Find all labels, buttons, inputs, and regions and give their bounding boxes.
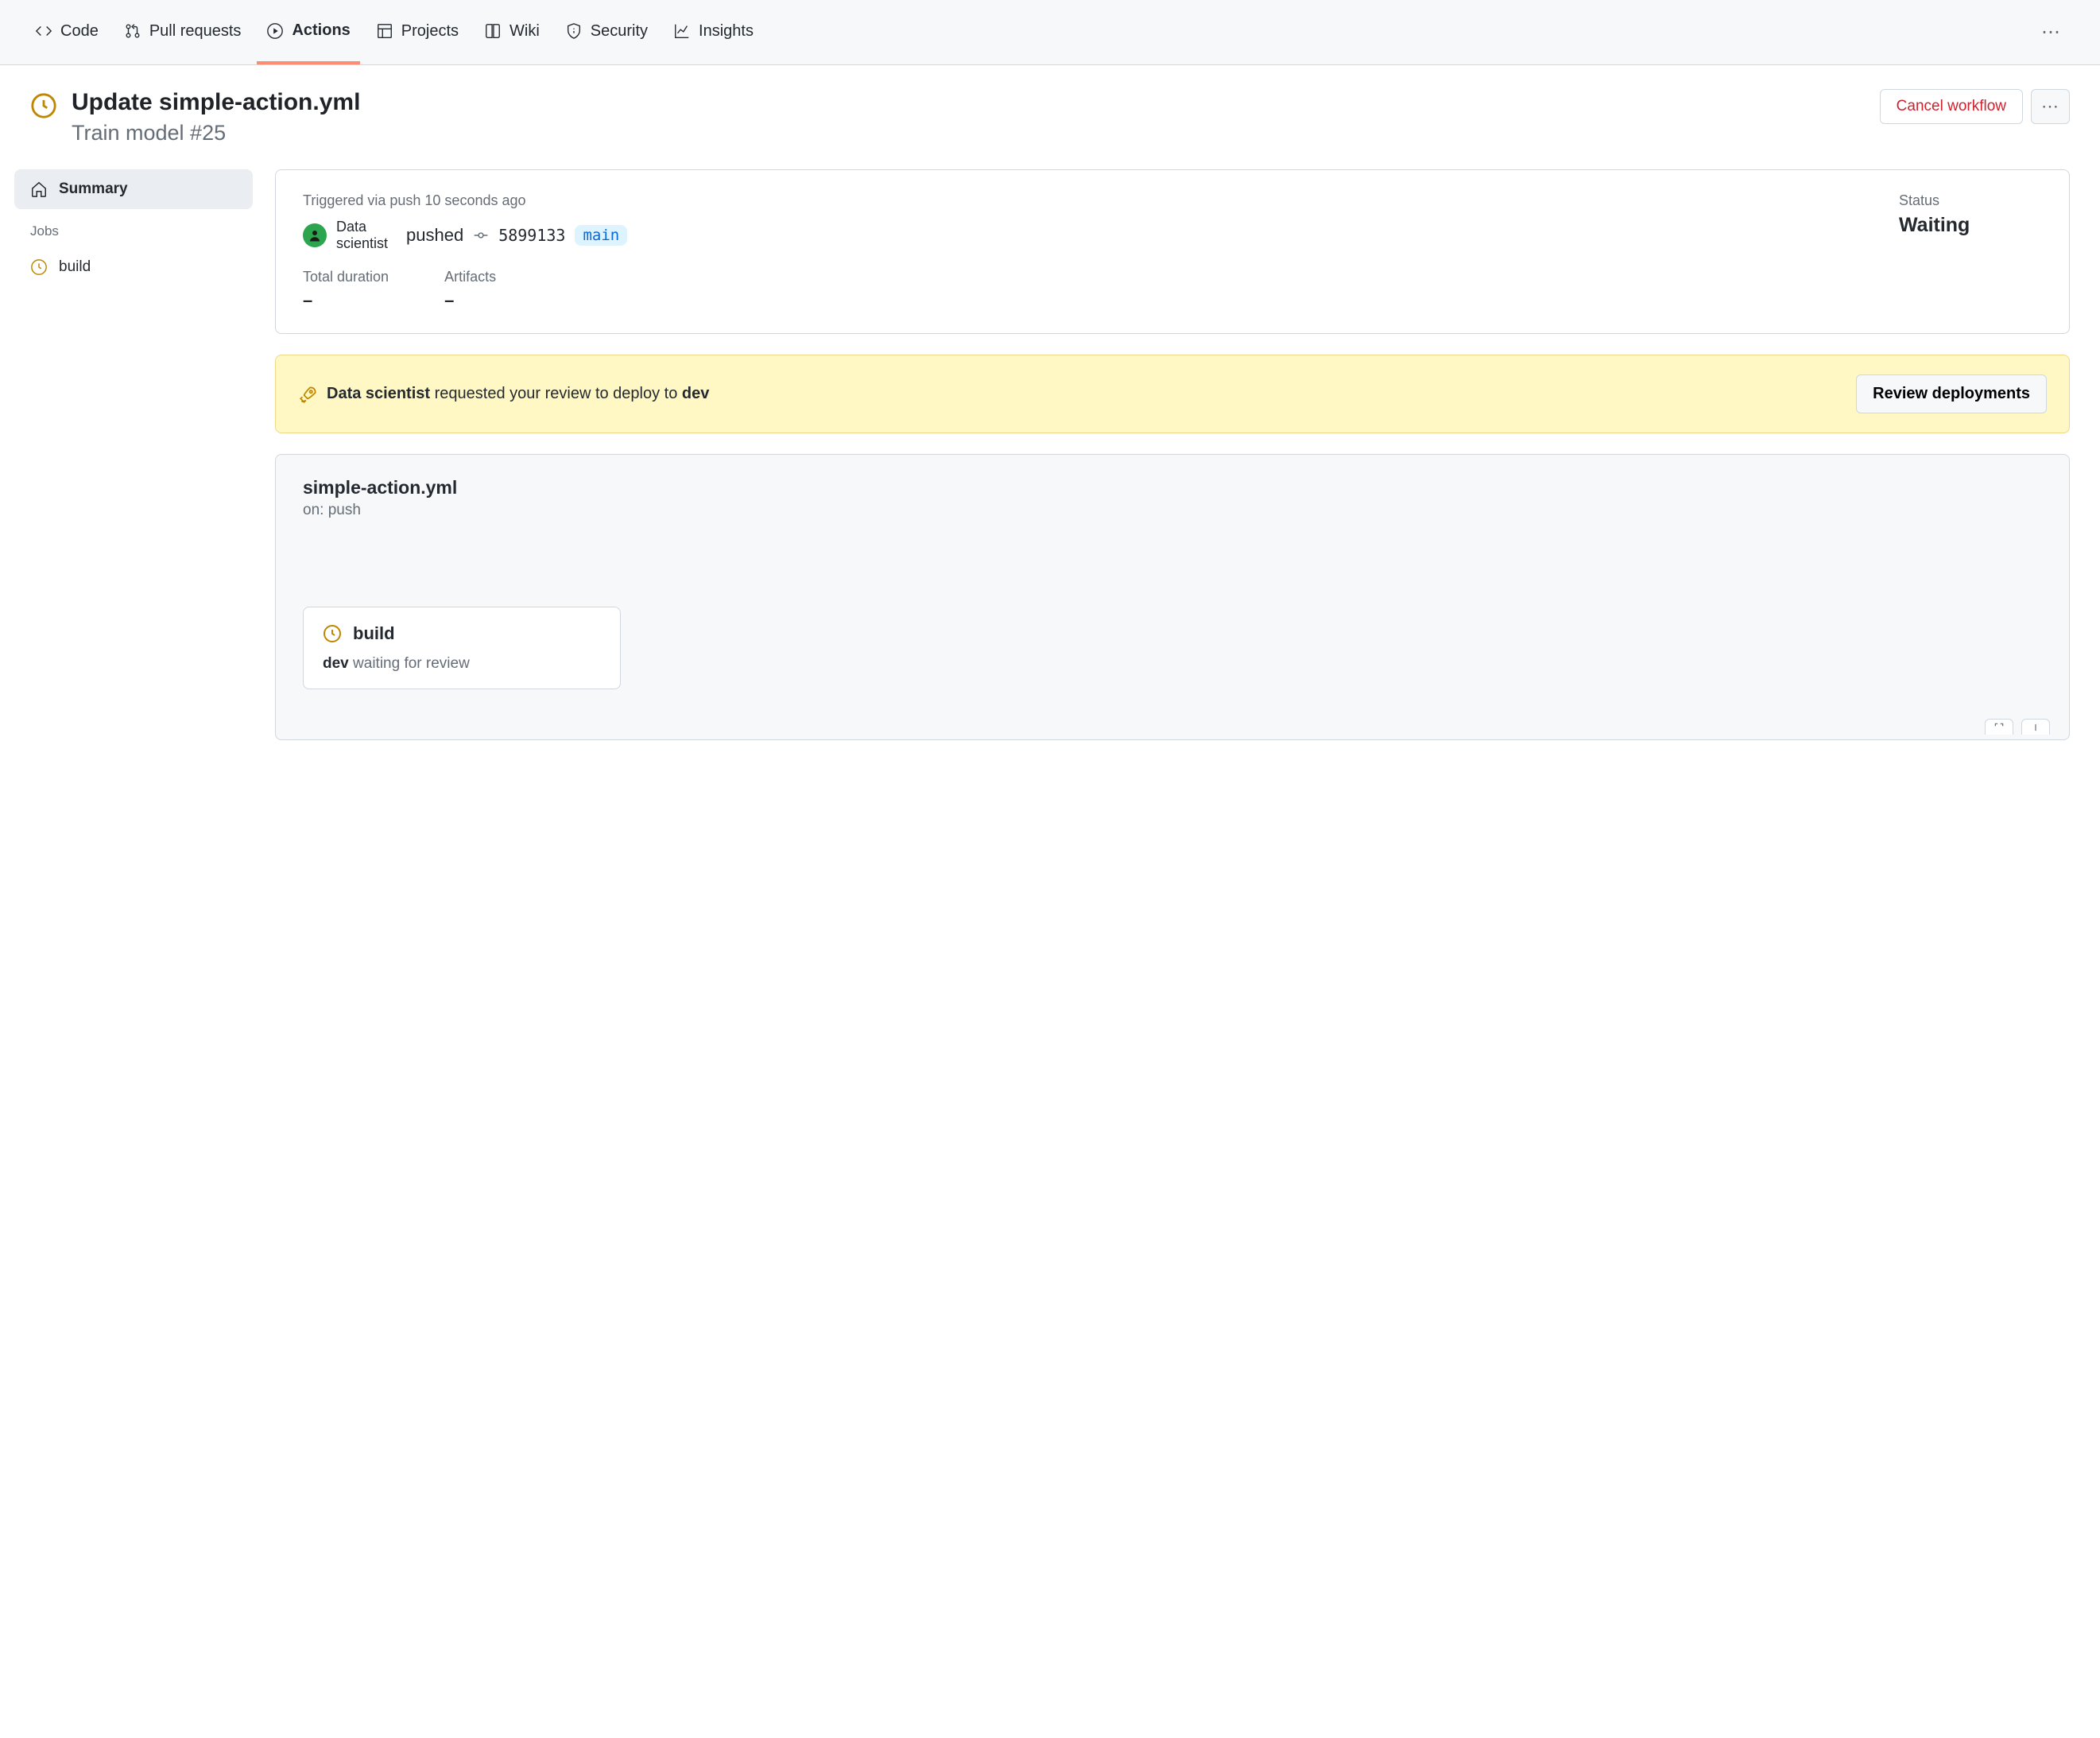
nav-security[interactable]: Security	[556, 0, 657, 64]
nav-label: Code	[60, 22, 99, 41]
nav-more-button[interactable]: ⋯	[2028, 21, 2075, 44]
play-circle-icon	[266, 22, 284, 40]
nav-label: Pull requests	[149, 22, 242, 41]
run-title: Update simple-action.yml	[72, 89, 360, 116]
duration-value: –	[303, 290, 389, 311]
duration-label: Total duration	[303, 269, 389, 285]
nav-label: Actions	[292, 21, 350, 40]
sidebar-item-label: build	[59, 258, 91, 276]
nav-actions[interactable]: Actions	[257, 0, 359, 64]
avatar	[303, 223, 327, 247]
clock-icon	[30, 92, 57, 119]
branch-tag[interactable]: main	[575, 225, 627, 246]
nav-wiki[interactable]: Wiki	[475, 0, 549, 64]
run-more-button[interactable]: ⋯	[2031, 89, 2070, 124]
nav-pull-requests[interactable]: Pull requests	[114, 0, 251, 64]
status-label: Status	[1899, 192, 2042, 209]
nav-label: Projects	[401, 22, 459, 41]
workflow-file: simple-action.yml	[303, 477, 2042, 499]
workflow-trigger: on: push	[303, 502, 2042, 519]
nav-projects[interactable]: Projects	[366, 0, 468, 64]
job-status-suffix: waiting for review	[349, 655, 470, 672]
code-icon	[35, 22, 52, 40]
sidebar: Summary Jobs build	[14, 169, 253, 287]
job-card-build[interactable]: build dev waiting for review	[303, 607, 621, 689]
home-icon	[30, 180, 48, 198]
sidebar-item-build[interactable]: build	[14, 247, 253, 287]
banner-text: Data scientist requested your review to …	[327, 385, 1848, 403]
trigger-text: Triggered via push 10 seconds ago	[303, 192, 1851, 209]
summary-card: Triggered via push 10 seconds ago Data s…	[275, 169, 2070, 334]
sidebar-item-summary[interactable]: Summary	[14, 169, 253, 209]
banner-actor: Data scientist	[327, 385, 430, 402]
job-status-text: dev waiting for review	[323, 655, 601, 673]
nav-label: Wiki	[510, 22, 540, 41]
sidebar-item-label: Summary	[59, 180, 128, 198]
job-name: build	[353, 623, 395, 644]
review-banner: Data scientist requested your review to …	[275, 355, 2070, 433]
graph-icon	[673, 22, 691, 40]
cancel-workflow-button[interactable]: Cancel workflow	[1880, 89, 2023, 124]
sidebar-jobs-heading: Jobs	[14, 209, 253, 247]
artifacts-label: Artifacts	[444, 269, 496, 285]
fullscreen-button[interactable]	[1985, 719, 2013, 735]
nav-insights[interactable]: Insights	[664, 0, 763, 64]
workflow-graph-card: simple-action.yml on: push build dev wai…	[275, 454, 2070, 740]
run-subtitle: Train model #25	[72, 121, 360, 145]
zoom-button[interactable]	[2021, 719, 2050, 735]
person-icon	[308, 228, 322, 242]
artifacts-value: –	[444, 290, 496, 311]
nav-label: Insights	[699, 22, 754, 41]
pull-request-icon	[124, 22, 141, 40]
rocket-icon	[298, 384, 319, 405]
banner-env: dev	[682, 385, 709, 402]
shield-icon	[565, 22, 583, 40]
nav-label: Security	[591, 22, 648, 41]
book-icon	[484, 22, 502, 40]
plus-icon	[2030, 722, 2041, 733]
author-name[interactable]: Data scientist	[336, 219, 397, 251]
main-content: Triggered via push 10 seconds ago Data s…	[275, 169, 2070, 740]
job-env: dev	[323, 655, 349, 672]
repo-nav: Code Pull requests Actions Projects Wiki…	[0, 0, 2100, 65]
action-text: pushed	[406, 225, 463, 246]
commit-icon	[473, 227, 489, 243]
graph-controls	[1985, 719, 2050, 735]
clock-icon	[323, 624, 342, 643]
clock-icon	[30, 258, 48, 276]
status-value: Waiting	[1899, 214, 2042, 237]
review-deployments-button[interactable]: Review deployments	[1856, 374, 2047, 413]
nav-code[interactable]: Code	[25, 0, 108, 64]
fullscreen-icon	[1993, 722, 2005, 733]
banner-message: requested your review to deploy to	[430, 385, 682, 402]
run-header: Update simple-action.yml Train model #25…	[0, 65, 2100, 153]
project-icon	[376, 22, 393, 40]
commit-sha[interactable]: 5899133	[498, 226, 565, 245]
